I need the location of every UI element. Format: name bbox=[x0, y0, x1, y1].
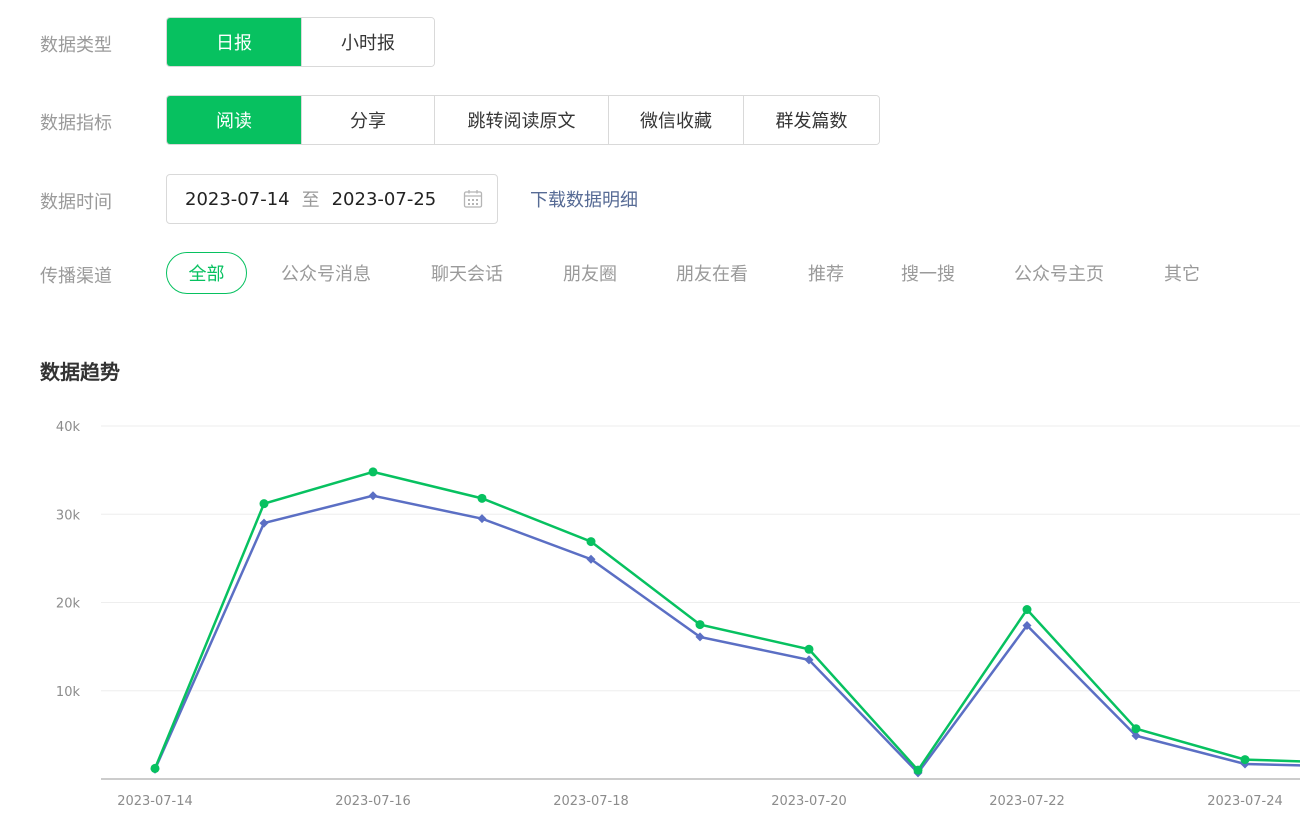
data-point bbox=[150, 763, 160, 773]
metric-selector: 阅读 分享 跳转阅读原文 微信收藏 群发篇数 bbox=[166, 95, 880, 145]
data-point bbox=[368, 491, 378, 501]
data-point bbox=[477, 493, 487, 503]
x-tick-label: 2023-07-16 bbox=[335, 794, 411, 809]
series-line bbox=[153, 470, 1300, 773]
y-tick-label: 30k bbox=[56, 508, 81, 523]
section-title: 数据趋势 bbox=[40, 360, 120, 384]
data-point bbox=[1131, 724, 1141, 734]
x-tick-label: 2023-07-20 bbox=[771, 794, 847, 809]
data-type-option-hourly[interactable]: 小时报 bbox=[301, 18, 434, 66]
data-point bbox=[1022, 605, 1032, 615]
channel-option-chat[interactable]: 聊天会话 bbox=[431, 252, 503, 294]
channel-option-other[interactable]: 其它 bbox=[1164, 252, 1200, 294]
metric-option-read[interactable]: 阅读 bbox=[167, 96, 301, 144]
channel-option-official-message[interactable]: 公众号消息 bbox=[281, 252, 371, 294]
channel-option-profile[interactable]: 公众号主页 bbox=[1014, 252, 1104, 294]
x-tick-label: 2023-07-24 bbox=[1207, 794, 1283, 809]
date-start[interactable]: 2023-07-14 bbox=[185, 189, 290, 210]
date-end[interactable]: 2023-07-25 bbox=[332, 189, 437, 210]
y-tick-label: 10k bbox=[56, 685, 81, 700]
metric-option-read-original[interactable]: 跳转阅读原文 bbox=[434, 96, 608, 144]
x-tick-label: 2023-07-22 bbox=[989, 794, 1065, 809]
channel-label: 传播渠道 bbox=[40, 266, 112, 287]
data-point bbox=[913, 765, 923, 775]
channel-option-friends-watching[interactable]: 朋友在看 bbox=[676, 252, 748, 294]
x-tick-label: 2023-07-18 bbox=[553, 794, 629, 809]
data-point bbox=[695, 620, 705, 630]
metric-label: 数据指标 bbox=[40, 113, 112, 134]
metric-option-share[interactable]: 分享 bbox=[301, 96, 434, 144]
metric-option-favorite[interactable]: 微信收藏 bbox=[608, 96, 743, 144]
channel-option-search[interactable]: 搜一搜 bbox=[901, 252, 955, 294]
calendar-icon[interactable] bbox=[463, 189, 483, 209]
metric-option-mass-send-count[interactable]: 群发篇数 bbox=[743, 96, 879, 144]
date-range-picker[interactable]: 2023-07-14 至 2023-07-25 bbox=[166, 174, 498, 224]
date-separator: 至 bbox=[301, 190, 320, 211]
data-point bbox=[804, 644, 814, 654]
data-type-selector: 日报 小时报 bbox=[166, 17, 435, 67]
data-point bbox=[477, 514, 487, 524]
data-point bbox=[259, 499, 269, 509]
channel-option-recommend[interactable]: 推荐 bbox=[808, 252, 844, 294]
x-tick-label: 2023-07-14 bbox=[117, 794, 193, 809]
download-detail-link[interactable]: 下载数据明细 bbox=[530, 186, 638, 212]
channel-option-moments[interactable]: 朋友圈 bbox=[563, 252, 617, 294]
data-point bbox=[586, 537, 596, 547]
data-point bbox=[1240, 755, 1250, 765]
y-tick-label: 20k bbox=[56, 597, 81, 612]
channel-option-all[interactable]: 全部 bbox=[166, 252, 247, 294]
data-point bbox=[368, 467, 378, 477]
data-point bbox=[259, 518, 269, 528]
data-type-option-daily[interactable]: 日报 bbox=[167, 18, 301, 66]
y-tick-label: 40k bbox=[56, 420, 81, 435]
trend-chart: 10k 20k 30k 40k 2023-07-14 2023-07-16 2023-07-… bbox=[56, 420, 1300, 809]
data-type-label: 数据类型 bbox=[40, 35, 112, 56]
date-label: 数据时间 bbox=[40, 192, 112, 213]
